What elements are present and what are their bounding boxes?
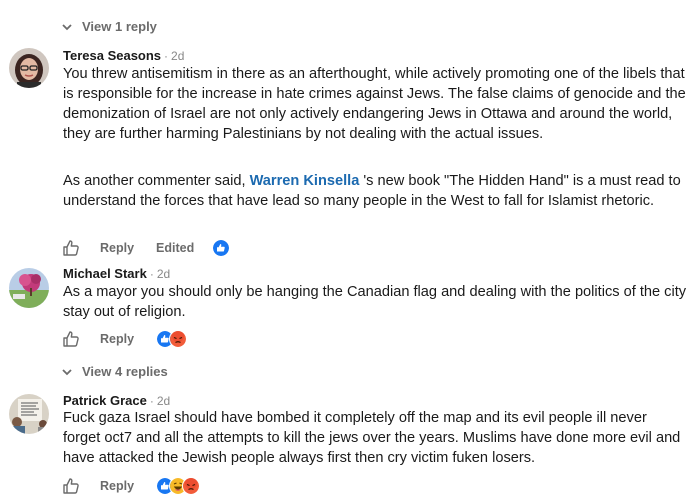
avatar[interactable]: [9, 48, 49, 88]
mention-link[interactable]: Warren Kinsella: [250, 173, 360, 189]
chevron-down-icon: [62, 23, 72, 30]
thumbs-up-icon[interactable]: [62, 477, 80, 495]
view-replies-label: View 1 reply: [82, 19, 157, 34]
separator-dot: ·: [149, 267, 154, 281]
reactions-summary[interactable]: [156, 330, 188, 348]
chevron-down-icon: [62, 368, 72, 375]
comment-actions: Reply Edited: [62, 239, 231, 257]
avatar[interactable]: [9, 268, 49, 308]
separator-dot: ·: [149, 394, 154, 408]
comment-actions: Reply: [62, 330, 188, 348]
view-replies-label: View 4 replies: [82, 364, 168, 379]
avatar-image: [9, 48, 49, 88]
comment-header: Michael Stark · 2d: [63, 266, 170, 281]
reply-button[interactable]: Reply: [100, 479, 134, 493]
comment-text-part: As another commenter said,: [63, 173, 250, 189]
reply-button[interactable]: Reply: [100, 241, 134, 255]
edited-label: Edited: [156, 241, 195, 255]
thumbs-up-icon[interactable]: [62, 330, 80, 348]
avatar-image: [9, 268, 49, 308]
reactions-summary[interactable]: [156, 477, 201, 495]
author-name[interactable]: Patrick Grace: [63, 393, 147, 408]
comment-age[interactable]: 2d: [171, 49, 184, 63]
separator-dot: ·: [164, 49, 169, 63]
comment-text: As a mayor you should only be hanging th…: [63, 284, 687, 320]
avatar-image: [9, 394, 49, 434]
author-name[interactable]: Michael Stark: [63, 266, 147, 281]
angry-reaction-icon: [182, 477, 201, 495]
angry-reaction-icon: [169, 330, 188, 348]
comment-text: You threw antisemitism in there as an af…: [63, 66, 686, 142]
comment-age[interactable]: 2d: [157, 394, 170, 408]
comment-text: Fuck gaza Israel should have bombed it c…: [63, 410, 681, 466]
comment-age[interactable]: 2d: [157, 267, 170, 281]
reply-button[interactable]: Reply: [100, 332, 134, 346]
reactions-summary[interactable]: [212, 239, 231, 257]
comment-header: Teresa Seasons · 2d: [63, 48, 184, 63]
author-name[interactable]: Teresa Seasons: [63, 48, 161, 63]
thumbs-up-icon[interactable]: [62, 239, 80, 257]
comment-header: Patrick Grace · 2d: [63, 393, 170, 408]
comment-actions: Reply: [62, 477, 201, 495]
like-reaction-icon: [212, 239, 231, 257]
avatar[interactable]: [9, 394, 49, 434]
comment-text: As another commenter said, Warren Kinsel…: [63, 171, 688, 211]
view-replies-button[interactable]: View 1 reply: [62, 19, 157, 34]
view-replies-button[interactable]: View 4 replies: [62, 364, 168, 379]
